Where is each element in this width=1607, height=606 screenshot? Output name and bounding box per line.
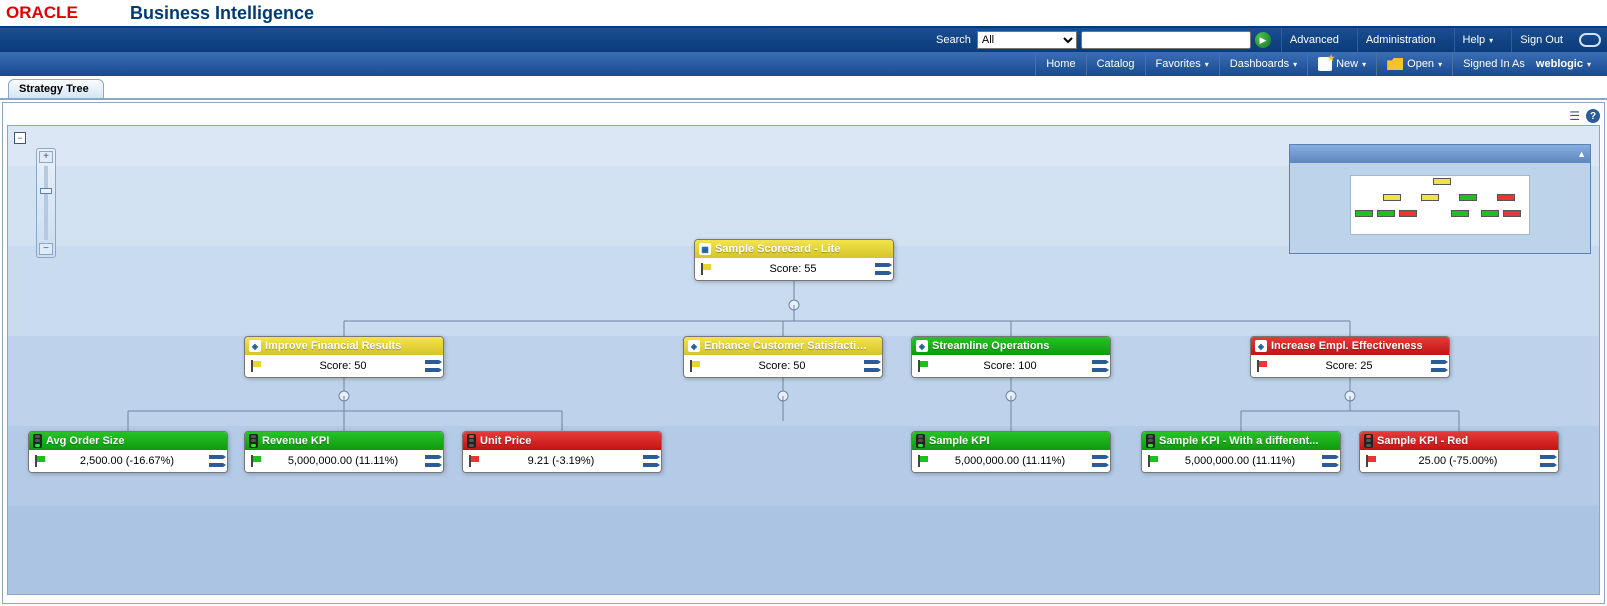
search-input[interactable] xyxy=(1081,31,1251,49)
nav-favorites[interactable]: Favorites▾ xyxy=(1145,52,1219,76)
flag-yellow-icon xyxy=(699,263,711,275)
chevron-down-icon: ▾ xyxy=(1489,36,1493,45)
nav-signed-in-as[interactable]: Signed In As weblogic ▾ xyxy=(1452,52,1601,76)
node-menu-icon[interactable] xyxy=(1092,360,1106,372)
options-icon[interactable]: ☰ xyxy=(1569,109,1580,123)
global-bar: Search All ▶ Advanced Administration Hel… xyxy=(0,28,1607,52)
node-menu-icon[interactable] xyxy=(1322,455,1336,467)
flag-red-icon xyxy=(1364,455,1376,467)
signed-in-user: weblogic xyxy=(1536,58,1583,70)
link-administration[interactable]: Administration xyxy=(1357,28,1444,52)
flag-green-icon xyxy=(916,455,928,467)
node-streamline-operations[interactable]: ◈Streamline Operations Score: 100 xyxy=(911,336,1111,378)
node-menu-icon[interactable] xyxy=(643,455,657,467)
node-menu-icon[interactable] xyxy=(1431,360,1445,372)
flag-red-icon xyxy=(1255,360,1267,372)
scorecard-icon: ▦ xyxy=(699,243,711,255)
chevron-down-icon: ▾ xyxy=(1362,60,1366,69)
nav-dashboards[interactable]: Dashboards▾ xyxy=(1219,52,1307,76)
collapse-toggle[interactable]: − xyxy=(14,132,26,144)
flag-red-icon xyxy=(467,455,479,467)
flag-yellow-icon xyxy=(249,360,261,372)
brand-logo: ORACLE xyxy=(0,3,104,23)
node-menu-icon[interactable] xyxy=(875,263,889,275)
traffic-light-icon xyxy=(249,434,258,448)
minimap[interactable]: ▲ xyxy=(1289,144,1591,254)
help-icon[interactable]: ? xyxy=(1586,109,1600,123)
node-menu-icon[interactable] xyxy=(425,455,439,467)
node-menu-icon[interactable] xyxy=(1092,455,1106,467)
folder-open-icon xyxy=(1387,58,1403,70)
minimap-body xyxy=(1350,175,1530,235)
flag-green-icon xyxy=(249,455,261,467)
nav-catalog[interactable]: Catalog xyxy=(1086,52,1145,76)
nav-bar: Home Catalog Favorites▾ Dashboards▾ New▾… xyxy=(0,52,1607,76)
node-root[interactable]: ▦Sample Scorecard - Lite Score: 55 xyxy=(694,239,894,281)
nav-open[interactable]: Open▾ xyxy=(1376,52,1452,76)
flag-green-icon xyxy=(1146,455,1158,467)
link-signout[interactable]: Sign Out xyxy=(1511,28,1571,52)
zoom-track[interactable] xyxy=(44,166,48,240)
link-help[interactable]: Help▾ xyxy=(1454,28,1502,52)
traffic-light-icon xyxy=(467,434,476,448)
oracle-logo-icon: ORACLE xyxy=(6,3,104,23)
objective-icon: ◈ xyxy=(688,340,700,352)
signed-in-as-label: Signed In As xyxy=(1463,58,1525,70)
traffic-light-icon xyxy=(33,434,42,448)
node-menu-icon[interactable] xyxy=(209,455,223,467)
app-title: Business Intelligence xyxy=(130,3,314,24)
zoom-thumb[interactable] xyxy=(40,188,52,194)
minimap-header[interactable]: ▲ xyxy=(1290,145,1590,163)
search-label: Search xyxy=(936,34,971,46)
traffic-light-icon xyxy=(1364,434,1373,448)
chevron-down-icon: ▾ xyxy=(1438,60,1442,69)
search-scope-select[interactable]: All xyxy=(977,31,1077,49)
node-increase-employee-effectiveness[interactable]: ◈Increase Empl. Effectiveness Score: 25 xyxy=(1250,336,1450,378)
new-document-icon xyxy=(1318,57,1332,71)
node-sample-kpi[interactable]: Sample KPI 5,000,000.00 (11.11%) xyxy=(911,431,1111,473)
zoom-in-button[interactable]: + xyxy=(39,151,53,163)
node-sample-kpi-red[interactable]: Sample KPI - Red 25.00 (-75.00%) xyxy=(1359,431,1559,473)
node-menu-icon[interactable] xyxy=(1540,455,1554,467)
traffic-light-icon xyxy=(916,434,925,448)
node-unit-price[interactable]: Unit Price 9.21 (-3.19%) xyxy=(462,431,662,473)
node-improve-financial-results[interactable]: ◈Improve Financial Results Score: 50 xyxy=(244,336,444,378)
node-revenue-kpi[interactable]: Revenue KPI 5,000,000.00 (11.11%) xyxy=(244,431,444,473)
progress-indicator-icon xyxy=(1579,33,1601,47)
flag-yellow-icon xyxy=(688,360,700,372)
flag-green-icon xyxy=(916,360,928,372)
nav-new[interactable]: New▾ xyxy=(1307,52,1376,76)
traffic-light-icon xyxy=(1146,434,1155,448)
content-toolbar: ☰ ? xyxy=(7,107,1600,125)
chevron-down-icon: ▾ xyxy=(1205,60,1209,69)
node-sample-kpi-different[interactable]: Sample KPI - With a different... 5,000,0… xyxy=(1141,431,1341,473)
chevron-up-icon: ▲ xyxy=(1577,149,1586,159)
chevron-down-icon: ▾ xyxy=(1587,60,1591,69)
link-advanced[interactable]: Advanced xyxy=(1281,28,1347,52)
node-avg-order-size[interactable]: Avg Order Size 2,500.00 (-16.67%) xyxy=(28,431,228,473)
objective-icon: ◈ xyxy=(1255,340,1267,352)
strategy-tree-canvas[interactable]: − + − ▲ xyxy=(7,125,1600,595)
zoom-out-button[interactable]: − xyxy=(39,243,53,255)
zoom-slider[interactable]: + − xyxy=(36,148,56,258)
content-wrapper: ☰ ? − + − ▲ xyxy=(2,102,1605,604)
nav-home[interactable]: Home xyxy=(1035,52,1085,76)
tab-strip: Strategy Tree xyxy=(0,76,1607,100)
chevron-down-icon: ▾ xyxy=(1293,60,1297,69)
tab-strategy-tree[interactable]: Strategy Tree xyxy=(8,79,104,98)
flag-green-icon xyxy=(33,455,45,467)
objective-icon: ◈ xyxy=(916,340,928,352)
node-menu-icon[interactable] xyxy=(425,360,439,372)
node-menu-icon[interactable] xyxy=(864,360,878,372)
app-header: ORACLE Business Intelligence xyxy=(0,0,1607,28)
svg-text:ORACLE: ORACLE xyxy=(6,3,78,22)
node-enhance-customer-satisfaction[interactable]: ◈Enhance Customer Satisfaction Score: 50 xyxy=(683,336,883,378)
search-go-button[interactable]: ▶ xyxy=(1255,32,1271,48)
objective-icon: ◈ xyxy=(249,340,261,352)
